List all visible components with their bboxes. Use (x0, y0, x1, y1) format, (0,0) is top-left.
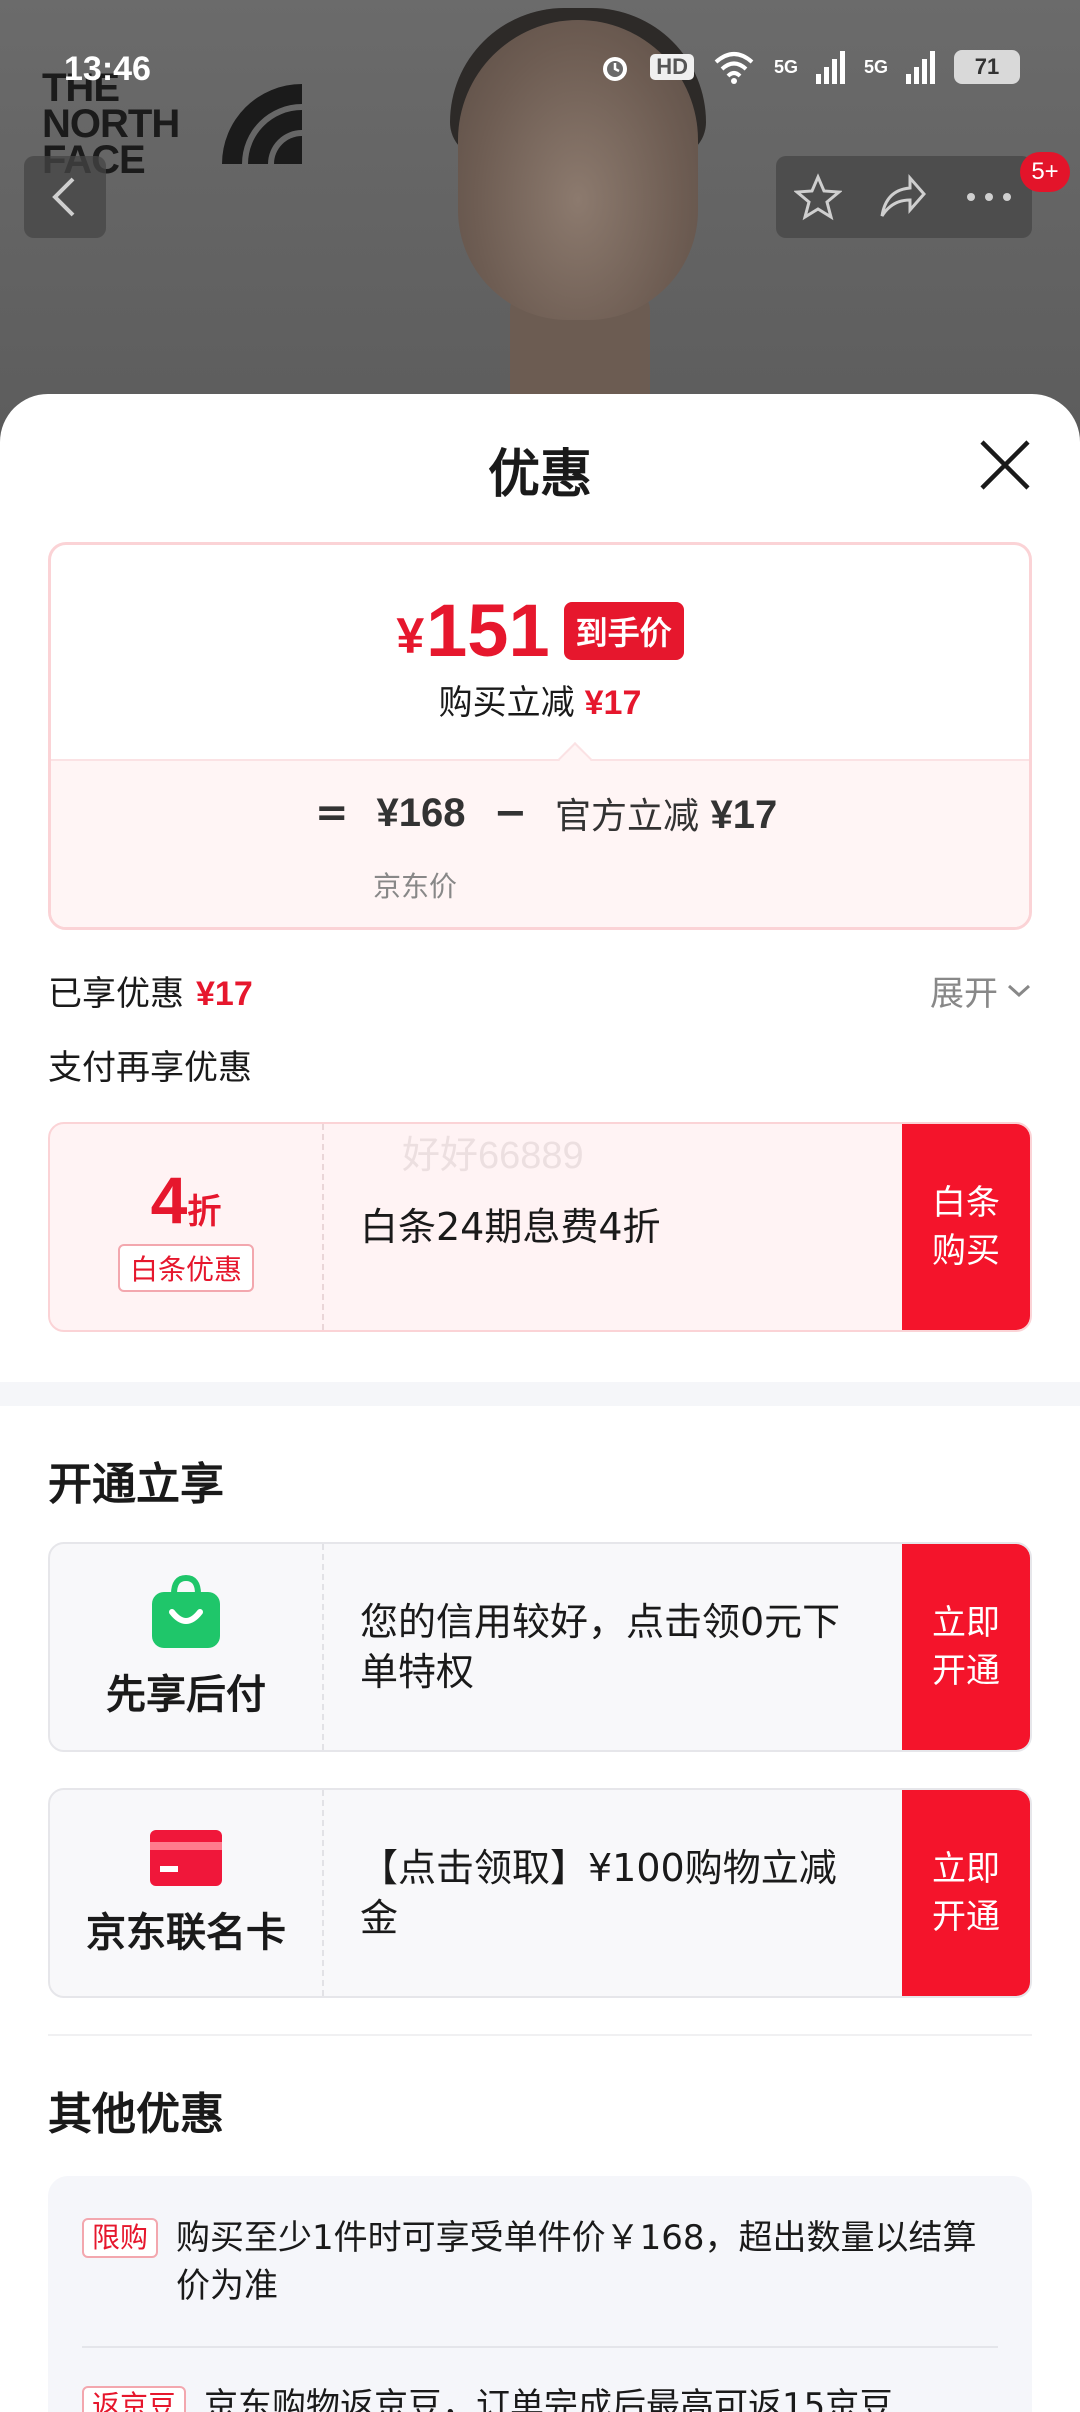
final-price-row: ¥ 151 到手价 (51, 591, 1029, 671)
pay-later-offer-card: 先享后付 您的信用较好，点击领0元下单特权 立即开通 (48, 1542, 1032, 1752)
more-icon[interactable] (964, 190, 1014, 204)
equals-sign: = (315, 790, 349, 836)
credit-card-icon (150, 1830, 222, 1886)
other-offer-tag: 返京豆 (82, 2386, 187, 2412)
baitiao-button-line2: 购买 (932, 1231, 1000, 1271)
jd-price-label: 京东价 (373, 870, 458, 903)
pay-more-title: 支付再享优惠 (48, 1048, 252, 1088)
official-reduction-value: ¥17 (710, 793, 778, 837)
other-offer-item: 返京豆 京东购物返京豆，订单完成后最高可返15京豆 (82, 2382, 982, 2412)
jd-price: ¥168 (376, 790, 466, 835)
signal-bars-2-icon (906, 51, 935, 84)
expand-toggle[interactable]: 展开 (930, 966, 1032, 1015)
reduction-value: ¥17 (584, 684, 642, 722)
baitiao-buy-button[interactable]: 白条 购买 (902, 1124, 1030, 1330)
chevron-down-icon (1007, 984, 1031, 997)
baitiao-discount: 4折 (151, 1162, 222, 1238)
wifi-icon (714, 52, 754, 84)
notification-badge: 5+ (1020, 152, 1070, 192)
official-reduction-label: 官方立减 (555, 796, 700, 837)
price-formula: = ¥168 − 官方立减 ¥17 京东价 (51, 759, 1029, 927)
status-icons: HD 5G 5G 71 (598, 50, 1020, 84)
pay-later-button-line1: 立即 (932, 1603, 1000, 1643)
shopping-bag-icon (152, 1574, 220, 1648)
baitiao-discount-number: 4 (150, 1163, 188, 1237)
pay-later-button-line2: 开通 (932, 1651, 1000, 1691)
other-offer-tag: 限购 (82, 2218, 159, 2258)
top-action-group (776, 156, 1032, 238)
expand-label: 展开 (930, 974, 998, 1014)
final-price: 151 (426, 589, 550, 672)
discount-sheet: 优惠 ¥ 151 到手价 购买立减 ¥17 = ¥168 − 官方立减 ¥17 京… (0, 394, 1080, 2412)
signal-1-label: 5G (773, 56, 798, 77)
purchase-reduction: 购买立减 ¥17 (51, 675, 1029, 724)
final-price-currency: ¥ (396, 608, 425, 664)
watermark: 好好66889 (402, 1135, 584, 1177)
signal-2-label: 5G (863, 56, 888, 77)
enjoyed-discount: 已享优惠 ¥17 (48, 966, 253, 1015)
final-price-tag: 到手价 (563, 602, 684, 660)
baitiao-tag: 白条优惠 (117, 1244, 254, 1292)
pay-later-brand: 先享后付 (50, 1544, 324, 1750)
co-branded-card-label: 京东联名卡 (86, 1910, 286, 1956)
status-bar: 13:46 HD 5G 5G 71 (0, 40, 1080, 100)
other-offer-item: 限购 购买至少1件时可享受单件价￥168，超出数量以结算价为准 (82, 2214, 982, 2310)
pay-later-open-button[interactable]: 立即 开通 (902, 1544, 1030, 1750)
co-branded-card-offer: 京东联名卡 【点击领取】¥100购物立减金 立即开通 (48, 1788, 1032, 1998)
signal-bars-1-icon (815, 51, 845, 84)
reduction-label: 购买立减 (438, 683, 575, 723)
status-time: 13:46 (64, 50, 151, 88)
baitiao-discount-block: 4折 白条优惠 (50, 1124, 324, 1330)
star-icon[interactable] (794, 173, 842, 221)
section-divider (0, 1382, 1080, 1406)
open-section-title: 开通立享 (48, 1459, 224, 1510)
price-summary: ¥ 151 到手价 购买立减 ¥17 (51, 545, 1029, 759)
enjoyed-value: ¥17 (196, 975, 253, 1013)
other-section-title: 其他优惠 (48, 2089, 224, 2140)
share-icon[interactable] (878, 174, 928, 220)
section-separator (48, 2034, 1032, 2036)
enjoyed-label: 已享优惠 (48, 974, 184, 1014)
pay-later-label: 先享后付 (106, 1672, 266, 1718)
co-branded-button-line2: 开通 (932, 1897, 1000, 1937)
baitiao-discount-unit: 折 (187, 1193, 222, 1231)
minus-sign: − (493, 790, 528, 836)
sheet-title: 优惠 (487, 445, 592, 505)
other-offers-box: 限购 购买至少1件时可享受单件价￥168，超出数量以结算价为准 返京豆 京东购物… (48, 2176, 1032, 2412)
back-button[interactable] (24, 156, 106, 238)
baitiao-button-line1: 白条 (932, 1183, 1000, 1223)
co-branded-card-brand: 京东联名卡 (50, 1790, 324, 1996)
product-image-area: THE NORTH FACE 13:46 HD 5G (0, 0, 1080, 420)
price-breakdown-card: ¥ 151 到手价 购买立减 ¥17 = ¥168 − 官方立减 ¥17 京东价 (48, 542, 1032, 930)
co-branded-card-description: 【点击领取】¥100购物立减金 (360, 1846, 837, 1940)
co-branded-card-open-button[interactable]: 立即 开通 (902, 1790, 1030, 1996)
formula-row: = ¥168 − 官方立减 ¥17 (315, 787, 777, 839)
co-branded-button-line1: 立即 (932, 1849, 1000, 1889)
close-icon[interactable] (976, 436, 1034, 494)
other-offer-text: 购买至少1件时可享受单件价￥168，超出数量以结算价为准 (176, 2218, 977, 2306)
pay-later-description: 您的信用较好，点击领0元下单特权 (360, 1600, 841, 1694)
alarm-icon (603, 57, 628, 81)
hd-indicator: HD (650, 54, 694, 80)
logo-line-2: NORTH (42, 102, 180, 146)
other-offer-text: 京东购物返京豆，订单完成后最高可返15京豆 (204, 2386, 894, 2412)
chevron-left-icon (52, 177, 75, 217)
battery-indicator: 71 (954, 50, 1020, 84)
official-reduction: 官方立减 ¥17 (555, 787, 777, 839)
other-offer-separator (82, 2346, 998, 2348)
